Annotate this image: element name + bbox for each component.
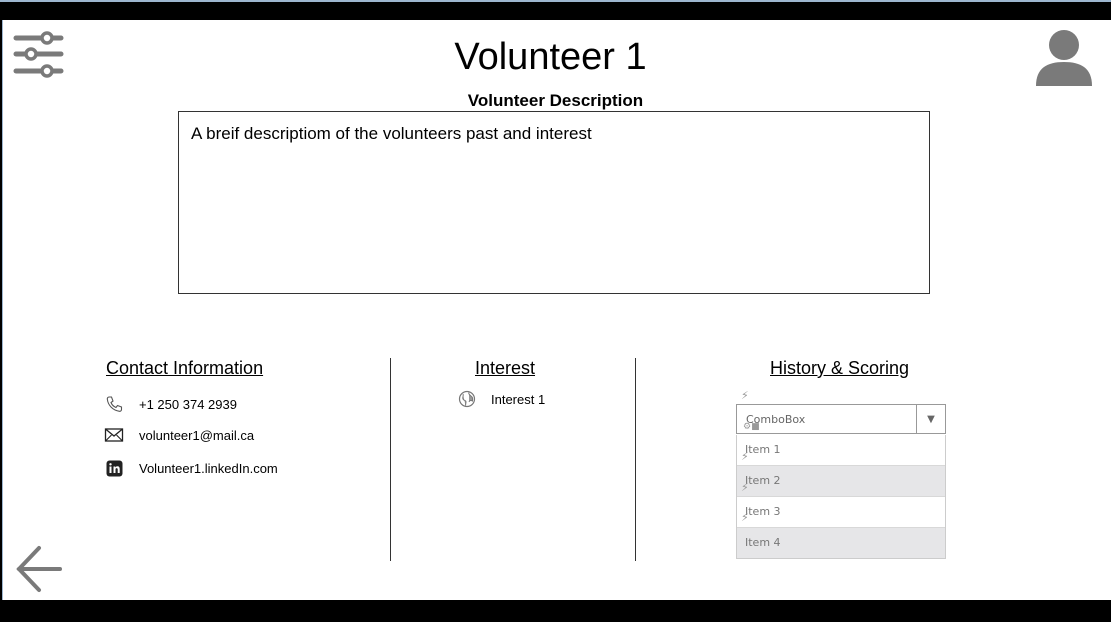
description-text: A breif descriptiom of the volunteers pa… bbox=[191, 124, 592, 143]
column-divider-1 bbox=[390, 358, 391, 561]
right-gutter bbox=[1098, 20, 1111, 600]
globe-icon bbox=[458, 390, 476, 408]
contact-heading: Contact Information bbox=[106, 358, 264, 378]
combobox-dropdown-list: Item 1 Item 2 Item 3 Item 4 bbox=[736, 435, 946, 559]
interest-item: Interest 1 bbox=[458, 390, 545, 408]
envelope-icon bbox=[103, 426, 125, 444]
list-item[interactable]: Item 4 bbox=[737, 528, 945, 558]
bolt-icon: ⚡︎ bbox=[741, 390, 749, 402]
list-item[interactable]: Item 2 bbox=[737, 466, 945, 497]
user-avatar-icon[interactable] bbox=[1033, 28, 1095, 88]
back-arrow-icon[interactable] bbox=[15, 544, 65, 594]
window-top-edge bbox=[0, 0, 1111, 2]
page-title: Volunteer 1 bbox=[454, 36, 647, 78]
linkedin-url[interactable]: Volunteer1.linkedIn.com bbox=[139, 461, 278, 476]
description-box[interactable]: A breif descriptiom of the volunteers pa… bbox=[178, 111, 930, 294]
page-canvas: Volunteer 1 Volunteer Description A brei… bbox=[2, 20, 1099, 600]
list-item[interactable]: Item 1 bbox=[737, 435, 945, 466]
contact-linkedin-row: Volunteer1.linkedIn.com bbox=[103, 459, 278, 477]
phone-number: +1 250 374 2939 bbox=[139, 396, 237, 412]
bolt-icon: ⚡︎ bbox=[741, 482, 749, 494]
bolt-icon: ⚡︎ bbox=[741, 451, 749, 463]
phone-icon bbox=[103, 395, 125, 413]
history-heading: History & Scoring bbox=[770, 358, 910, 378]
contact-phone-row: +1 250 374 2939 bbox=[103, 395, 237, 413]
linkedin-icon bbox=[103, 459, 125, 477]
list-item[interactable]: Item 3 bbox=[737, 497, 945, 528]
chevron-down-icon[interactable]: ▼ bbox=[916, 405, 945, 433]
email-address[interactable]: volunteer1@mail.ca bbox=[139, 428, 254, 443]
lock-icon: ⚙■ bbox=[743, 422, 760, 432]
column-divider-2 bbox=[635, 358, 636, 561]
interest-heading: Interest bbox=[475, 358, 536, 378]
bolt-icon: ⚡︎ bbox=[741, 512, 749, 524]
contact-email-row: volunteer1@mail.ca bbox=[103, 426, 254, 444]
history-combobox[interactable]: ComboBox ⚙■ ▼ bbox=[736, 404, 946, 434]
interest-label: Interest 1 bbox=[491, 391, 546, 407]
description-heading: Volunteer Description bbox=[467, 91, 644, 110]
